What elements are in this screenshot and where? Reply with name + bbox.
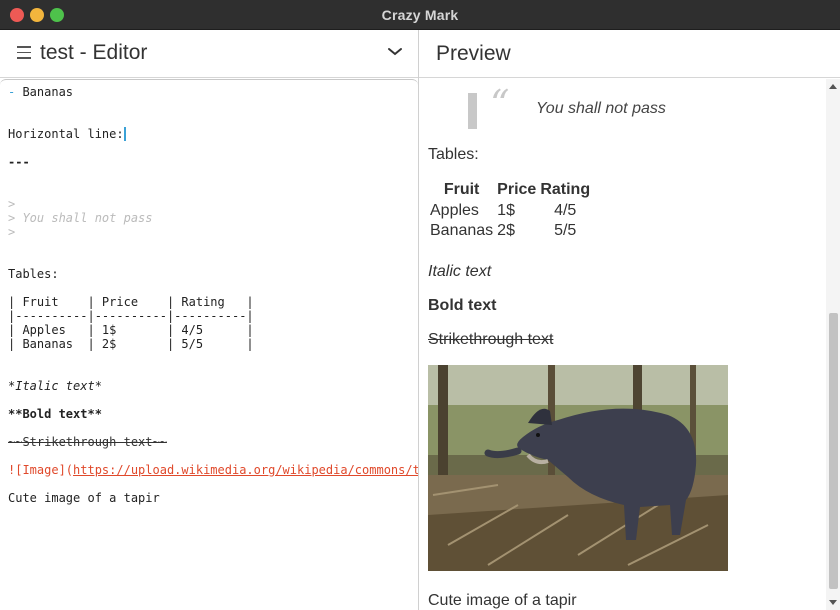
hline-label-line: Horizontal line: — [8, 127, 126, 141]
table-cell: Bananas — [430, 222, 494, 239]
tapir-image — [428, 365, 728, 571]
table-header-cell: Fruit — [443, 181, 480, 198]
table-cell: Apples — [430, 202, 479, 219]
blockquote-close: > — [8, 225, 16, 239]
image-markdown-url[interactable]: https://upload.wikimedia.org/wikipedia/c… — [73, 463, 418, 477]
italic-markdown: *Italic text* — [8, 379, 102, 393]
table-row-markdown: | Apples | 1$ | 4/5 | — [8, 323, 254, 337]
hline-label: Horizontal line: — [8, 127, 124, 141]
table-cell: 2$ — [497, 222, 515, 239]
app-window: test - Editor - Bananas Horizontal line:… — [0, 30, 840, 610]
list-item-line: - Bananas — [8, 85, 73, 99]
blockquote-open: > — [8, 197, 16, 211]
preview-pane[interactable]: “ You shall not pass Tables: Fruit Price… — [419, 79, 840, 610]
preview-caption: Cute image of a tapir — [428, 592, 577, 609]
chevron-down-icon[interactable] — [386, 44, 404, 58]
arrow-down-icon[interactable] — [829, 600, 837, 605]
table-row: Bananas 2$ 5/5 — [428, 221, 592, 241]
table-row-markdown: | Fruit | Price | Rating | — [8, 295, 254, 309]
editor-text-area[interactable]: - Bananas Horizontal line: --- > > You s… — [0, 79, 418, 610]
image-markdown-line: ![Image](https://upload.wikimedia.org/wi… — [8, 463, 418, 477]
preview-table: Fruit Price Rating Apples 1$ 4/5 Bananas… — [428, 179, 592, 241]
table-header-row: Fruit Price Rating — [428, 179, 592, 201]
quote-icon: “ — [490, 82, 510, 126]
scrollbar-thumb[interactable] — [829, 313, 838, 589]
hamburger-icon[interactable] — [17, 46, 31, 60]
caption-markdown: Cute image of a tapir — [8, 491, 160, 505]
strikethrough-markdown: ~~Strikethrough text~~ — [8, 435, 167, 449]
table-header-cell: Price — [497, 181, 537, 198]
preview-strikethrough-text: Strikethrough text — [428, 331, 554, 348]
table-cell: 5/5 — [554, 222, 577, 239]
preview-bold-text: Bold text — [428, 297, 497, 314]
table-row-markdown: |----------|----------|----------| — [8, 309, 254, 323]
tables-label: Tables: — [8, 267, 59, 281]
list-item-text: Bananas — [15, 85, 74, 99]
table-row-markdown: | Bananas | 2$ | 5/5 | — [8, 337, 254, 351]
blockquote-bar — [468, 93, 477, 129]
blockquote-text: You shall not pass — [536, 100, 666, 117]
image-markdown-prefix: ![Image]( — [8, 463, 74, 477]
preview-title: Preview — [436, 42, 511, 65]
table-cell: 4/5 — [554, 202, 577, 219]
blockquote-markdown: > You shall not pass — [8, 211, 153, 225]
table-row: Apples 1$ 4/5 — [428, 201, 592, 221]
preview-header: Preview — [419, 30, 840, 78]
bold-markdown: **Bold text** — [8, 407, 102, 421]
arrow-up-icon[interactable] — [829, 84, 837, 89]
window-titlebar: Crazy Mark — [0, 0, 840, 30]
table-header-cell: Rating — [540, 181, 591, 198]
editor-header: test - Editor — [0, 30, 418, 78]
preview-tables-label: Tables: — [428, 146, 479, 163]
preview-scrollbar[interactable] — [826, 79, 840, 610]
table-cell: 1$ — [497, 202, 515, 219]
window-title: Crazy Mark — [381, 7, 459, 23]
hline-markdown: --- — [8, 155, 30, 169]
text-cursor — [123, 127, 126, 141]
preview-italic-text: Italic text — [428, 263, 492, 280]
editor-title: test - Editor — [40, 41, 148, 64]
